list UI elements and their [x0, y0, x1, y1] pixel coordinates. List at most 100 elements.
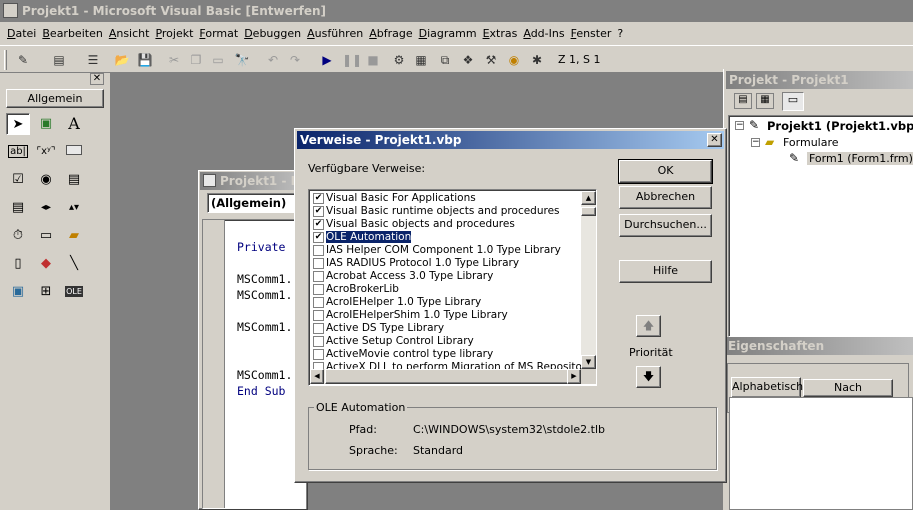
- reference-checkbox[interactable]: [313, 336, 324, 347]
- tab-nach-kategorien[interactable]: Nach Kategorien: [803, 379, 893, 410]
- reference-checkbox[interactable]: [313, 297, 324, 308]
- form-layout-icon[interactable]: ⧉: [436, 51, 454, 69]
- copy-icon[interactable]: ❐: [187, 51, 205, 69]
- line-tool-icon[interactable]: ╲: [62, 253, 86, 275]
- reference-checkbox[interactable]: [313, 284, 324, 295]
- data-tool-icon[interactable]: ⊞: [34, 281, 58, 303]
- scroll-down-icon[interactable]: ▼: [581, 355, 596, 369]
- toolbar-grip[interactable]: [4, 50, 7, 70]
- image-tool-icon[interactable]: ▣: [6, 281, 30, 303]
- cancel-button[interactable]: Abbrechen: [619, 186, 712, 209]
- pause-icon[interactable]: ❚❚: [342, 51, 362, 69]
- checkbox-tool-icon[interactable]: ☑: [6, 169, 30, 191]
- drivelistbox-tool-icon[interactable]: ▭: [34, 225, 58, 247]
- tree-folder-forms[interactable]: Formulare: [783, 136, 839, 149]
- commandbutton-tool-icon[interactable]: [62, 141, 86, 163]
- add-form-icon[interactable]: ▤: [50, 51, 68, 69]
- menu-item-add-ins[interactable]: Add-Ins: [520, 25, 567, 43]
- find-icon[interactable]: 🔭: [233, 51, 251, 69]
- menu-item-bearbeiten[interactable]: Bearbeiten: [39, 25, 105, 43]
- combobox-tool-icon[interactable]: ▤: [62, 169, 86, 191]
- reference-item[interactable]: Active Setup Control Library: [310, 335, 580, 348]
- reference-item[interactable]: Active DS Type Library: [310, 322, 580, 335]
- filelistbox-tool-icon[interactable]: ▯: [6, 253, 30, 275]
- reference-checkbox[interactable]: [313, 271, 324, 282]
- project-explorer-icon[interactable]: ⚙: [390, 51, 408, 69]
- reference-checkbox[interactable]: [313, 245, 324, 256]
- open-icon[interactable]: 📂: [113, 51, 131, 69]
- shape-tool-icon[interactable]: ◆: [34, 253, 58, 275]
- reference-checkbox[interactable]: ✔: [313, 219, 324, 230]
- component-manager-icon[interactable]: ✱: [528, 51, 546, 69]
- menu-item--[interactable]: ?: [614, 25, 626, 43]
- reference-item[interactable]: ✔ Visual Basic runtime objects and proced…: [310, 205, 580, 218]
- toolbox-close-icon[interactable]: ✕: [90, 73, 104, 85]
- view-object-icon[interactable]: ▦: [756, 93, 774, 109]
- object-browser-icon[interactable]: ❖: [459, 51, 477, 69]
- menu-item-abfrage[interactable]: Abfrage: [366, 25, 415, 43]
- menu-item-datei[interactable]: Datei: [4, 25, 39, 43]
- ole-tool-icon[interactable]: OLE: [62, 281, 86, 303]
- menu-item-ausf-hren[interactable]: Ausführen: [304, 25, 366, 43]
- start-icon[interactable]: ▶: [318, 51, 336, 69]
- stop-icon[interactable]: ■: [364, 51, 382, 69]
- properties-grid[interactable]: [729, 397, 913, 510]
- optionbutton-tool-icon[interactable]: ◉: [34, 169, 58, 191]
- dialog-close-icon[interactable]: ✕: [707, 133, 722, 147]
- cut-icon[interactable]: ✂: [165, 51, 183, 69]
- reference-item[interactable]: AcroBrokerLib: [310, 283, 580, 296]
- label-tool-icon[interactable]: A: [62, 113, 86, 135]
- vscrollbar-tool-icon[interactable]: ▴▾: [62, 197, 86, 219]
- menu-item-ansicht[interactable]: Ansicht: [106, 25, 153, 43]
- project-tree[interactable]: − ✎ Projekt1 (Projekt1.vbp) − ▰ Formular…: [728, 115, 913, 337]
- horizontal-scrollbar[interactable]: ◀ ▶: [310, 369, 581, 384]
- picturebox-tool-icon[interactable]: ▣: [34, 113, 58, 135]
- tree-project-root[interactable]: Projekt1 (Projekt1.vbp): [767, 119, 913, 133]
- scroll-right-icon[interactable]: ▶: [567, 369, 581, 384]
- references-list[interactable]: ✔ Visual Basic For Applications ✔ Visual Ba…: [308, 189, 597, 386]
- tab-alphabetisch[interactable]: Alphabetisch: [731, 377, 803, 397]
- toolbox-tab-general[interactable]: Allgemein: [6, 89, 104, 108]
- code-editor[interactable]: Private MSComm1. MSComm1. MSComm1. MSCom…: [202, 219, 306, 509]
- help-button[interactable]: Hilfe: [619, 260, 712, 283]
- hscroll-thumb[interactable]: [325, 369, 570, 384]
- dirlistbox-tool-icon[interactable]: ▰: [62, 225, 86, 247]
- undo-icon[interactable]: ↶: [264, 51, 282, 69]
- hscrollbar-tool-icon[interactable]: ◂▸: [34, 197, 58, 219]
- object-combo[interactable]: (Allgemein): [207, 193, 305, 213]
- tree-form1[interactable]: Form1 (Form1.frm): [807, 152, 913, 165]
- collapse-icon[interactable]: −: [735, 121, 744, 130]
- properties-window-icon[interactable]: ▦: [412, 51, 430, 69]
- menu-item-debuggen[interactable]: Debuggen: [241, 25, 304, 43]
- reference-item[interactable]: IAS Helper COM Component 1.0 Type Librar…: [310, 244, 580, 257]
- reference-item[interactable]: AcroIEHelper 1.0 Type Library: [310, 296, 580, 309]
- reference-item[interactable]: ✔ Visual Basic For Applications: [310, 192, 580, 205]
- pointer-tool-icon[interactable]: ➤: [6, 113, 30, 135]
- reference-checkbox[interactable]: ✔: [313, 193, 324, 204]
- timer-tool-icon[interactable]: ⏱: [6, 225, 30, 247]
- menu-item-extras[interactable]: Extras: [480, 25, 521, 43]
- reference-checkbox[interactable]: [313, 310, 324, 321]
- data-view-icon[interactable]: ◉: [505, 51, 523, 69]
- paste-icon[interactable]: ▭: [209, 51, 227, 69]
- menu-item-format[interactable]: Format: [196, 25, 241, 43]
- collapse-icon[interactable]: −: [751, 138, 760, 147]
- listbox-tool-icon[interactable]: ▤: [6, 197, 30, 219]
- reference-item[interactable]: AcroIEHelperShim 1.0 Type Library: [310, 309, 580, 322]
- view-code-icon[interactable]: ▤: [734, 93, 752, 109]
- reference-checkbox[interactable]: [313, 349, 324, 360]
- reference-checkbox[interactable]: ✔: [313, 232, 324, 243]
- frame-tool-icon[interactable]: ⌜xʸ⌝: [34, 141, 58, 163]
- menu-item-fenster[interactable]: Fenster: [568, 25, 615, 43]
- toggle-folders-icon[interactable]: ▭: [782, 92, 804, 111]
- priority-down-icon[interactable]: 🡇: [636, 366, 661, 388]
- menu-item-diagramm[interactable]: Diagramm: [416, 25, 480, 43]
- reference-checkbox[interactable]: [313, 323, 324, 334]
- menu-editor-icon[interactable]: ☰: [84, 51, 102, 69]
- scroll-up-icon[interactable]: ▲: [581, 191, 596, 205]
- ok-button[interactable]: OK: [618, 159, 713, 184]
- toolbox-icon[interactable]: ⚒: [482, 51, 500, 69]
- reference-item[interactable]: ✔ Visual Basic objects and procedures: [310, 218, 580, 231]
- scroll-left-icon[interactable]: ◀: [310, 369, 324, 384]
- priority-up-icon[interactable]: 🡅: [636, 315, 661, 337]
